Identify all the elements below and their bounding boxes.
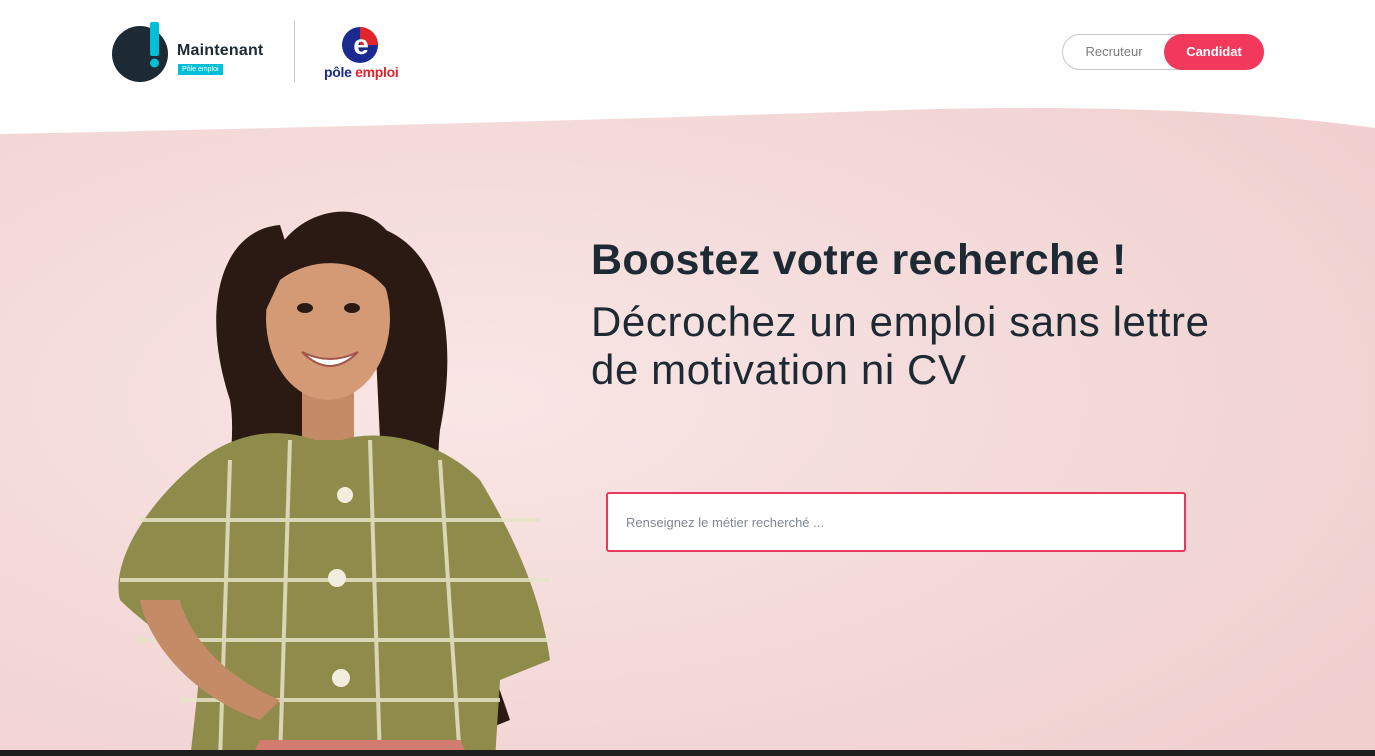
brand-tag: Pôle emploi [178,64,223,75]
maintenant-logo-icon[interactable] [110,22,170,82]
bottom-bar [0,750,1375,756]
candidat-button[interactable]: Candidat [1164,34,1264,70]
logo-divider [294,20,295,82]
audience-toggle[interactable]: Recruteur Candidat [1062,34,1264,70]
site-header: Maintenant Pôle emploi e pôle emploi Rec… [0,0,1375,110]
pole-emploi-wordmark: pôle emploi [324,64,399,80]
pole-emploi-wordmark-part1: pôle [324,64,356,80]
job-search-box[interactable] [606,492,1186,552]
pole-emploi-wordmark-part2: emploi [355,64,399,80]
pole-emploi-logo-icon[interactable]: e [338,25,382,65]
hero-headline: Boostez votre recherche ! [591,236,1127,284]
smiling-woman-image [118,211,550,756]
job-search-input[interactable] [626,494,1166,550]
brand-name: Maintenant [177,42,264,59]
recruteur-button[interactable]: Recruteur [1063,35,1165,69]
hero-subline: Décrochez un emploi sans lettre de motiv… [591,298,1210,393]
pole-emploi-mark: e [353,29,369,60]
